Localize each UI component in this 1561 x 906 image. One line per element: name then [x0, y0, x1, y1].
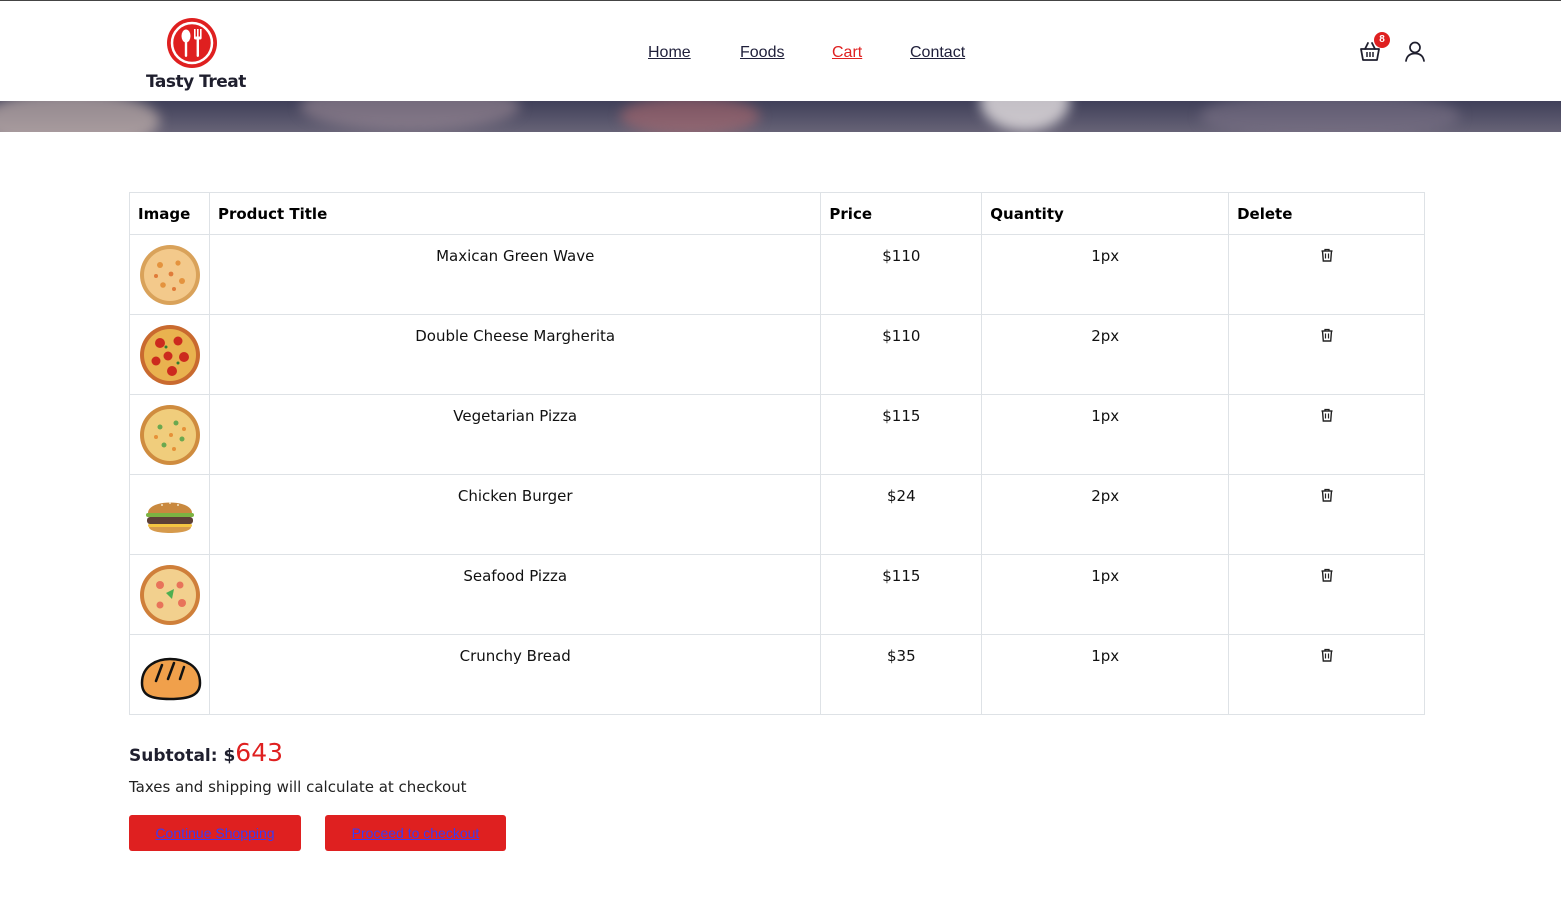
- user-icon[interactable]: [1402, 39, 1428, 65]
- proceed-to-checkout-button[interactable]: Proceed to checkout: [325, 815, 506, 851]
- delete-cell: [1228, 634, 1425, 715]
- continue-shopping-button[interactable]: Continue Shopping: [129, 815, 301, 851]
- product-quantity: 1px: [981, 394, 1230, 475]
- product-title: Double Cheese Margherita: [208, 314, 822, 395]
- cart-table: Image Product Title Price Quantity Delet…: [129, 192, 1425, 715]
- product-quantity: 2px: [981, 314, 1230, 395]
- delete-cell: [1228, 234, 1425, 315]
- subtotal-label: Subtotal: $: [129, 746, 236, 766]
- header-delete: Delete: [1228, 192, 1425, 235]
- delete-cell: [1228, 554, 1425, 635]
- nav-item-home[interactable]: Home: [648, 44, 691, 62]
- image-cell: [129, 234, 210, 315]
- product-price: $115: [820, 554, 983, 635]
- image-cell: [129, 314, 210, 395]
- trash-icon[interactable]: [1319, 407, 1335, 423]
- brand-logo[interactable]: Tasty Treat: [146, 17, 246, 95]
- trash-icon[interactable]: [1319, 487, 1335, 503]
- product-quantity: 2px: [981, 474, 1230, 555]
- pizza-image: [140, 565, 200, 625]
- nav-item-contact[interactable]: Contact: [910, 44, 965, 62]
- proceed-to-checkout-link[interactable]: Proceed to checkout: [352, 825, 480, 841]
- image-cell: [129, 634, 210, 715]
- site-header: Tasty Treat Home Foods Cart Contact 8: [0, 1, 1561, 101]
- continue-shopping-link[interactable]: Continue Shopping: [155, 825, 274, 841]
- trash-icon[interactable]: [1319, 247, 1335, 263]
- product-price: $110: [820, 314, 983, 395]
- pizza-image: [140, 405, 200, 465]
- brand-name: Tasty Treat: [146, 72, 246, 92]
- table-header-row: Image Product Title Price Quantity Delet…: [129, 192, 1425, 235]
- subtotal: Subtotal: $643: [129, 738, 283, 767]
- table-row: Maxican Green Wave $110 1px: [129, 234, 1425, 315]
- tax-note: Taxes and shipping will calculate at che…: [129, 778, 467, 796]
- product-title: Crunchy Bread: [208, 634, 822, 715]
- product-price: $24: [820, 474, 983, 555]
- burger-image: [146, 502, 194, 533]
- pizza-image: [140, 325, 200, 385]
- delete-cell: [1228, 394, 1425, 475]
- table-row: Double Cheese Margherita $110 2px: [129, 314, 1425, 395]
- cart-count-badge: 8: [1374, 32, 1390, 48]
- product-quantity: 1px: [981, 234, 1230, 315]
- product-title: Vegetarian Pizza: [208, 394, 822, 475]
- table-row: Crunchy Bread $35 1px: [129, 634, 1425, 715]
- product-quantity: 1px: [981, 554, 1230, 635]
- table-row: Vegetarian Pizza $115 1px: [129, 394, 1425, 475]
- nav-item-cart[interactable]: Cart: [832, 44, 862, 62]
- product-price: $35: [820, 634, 983, 715]
- delete-cell: [1228, 314, 1425, 395]
- logo-fork-spoon-icon: [167, 18, 217, 68]
- image-cell: [129, 554, 210, 635]
- delete-cell: [1228, 474, 1425, 555]
- hero-banner-strip: [0, 101, 1561, 132]
- nav-item-foods[interactable]: Foods: [740, 44, 784, 62]
- product-title: Chicken Burger: [208, 474, 822, 555]
- trash-icon[interactable]: [1319, 567, 1335, 583]
- bread-image: [140, 657, 202, 701]
- subtotal-amount: 643: [235, 738, 284, 767]
- header-product-title: Product Title: [208, 192, 822, 235]
- image-cell: [129, 474, 210, 555]
- product-quantity: 1px: [981, 634, 1230, 715]
- image-cell: [129, 394, 210, 475]
- header-price: Price: [820, 192, 983, 235]
- table-row: Seafood Pizza $115 1px: [129, 554, 1425, 635]
- header-image: Image: [129, 192, 210, 235]
- product-title: Maxican Green Wave: [208, 234, 822, 315]
- trash-icon[interactable]: [1319, 647, 1335, 663]
- product-title: Seafood Pizza: [208, 554, 822, 635]
- product-price: $110: [820, 234, 983, 315]
- table-row: Chicken Burger $24 2px: [129, 474, 1425, 555]
- pizza-image: [140, 245, 200, 305]
- header-quantity: Quantity: [981, 192, 1230, 235]
- trash-icon[interactable]: [1319, 327, 1335, 343]
- product-price: $115: [820, 394, 983, 475]
